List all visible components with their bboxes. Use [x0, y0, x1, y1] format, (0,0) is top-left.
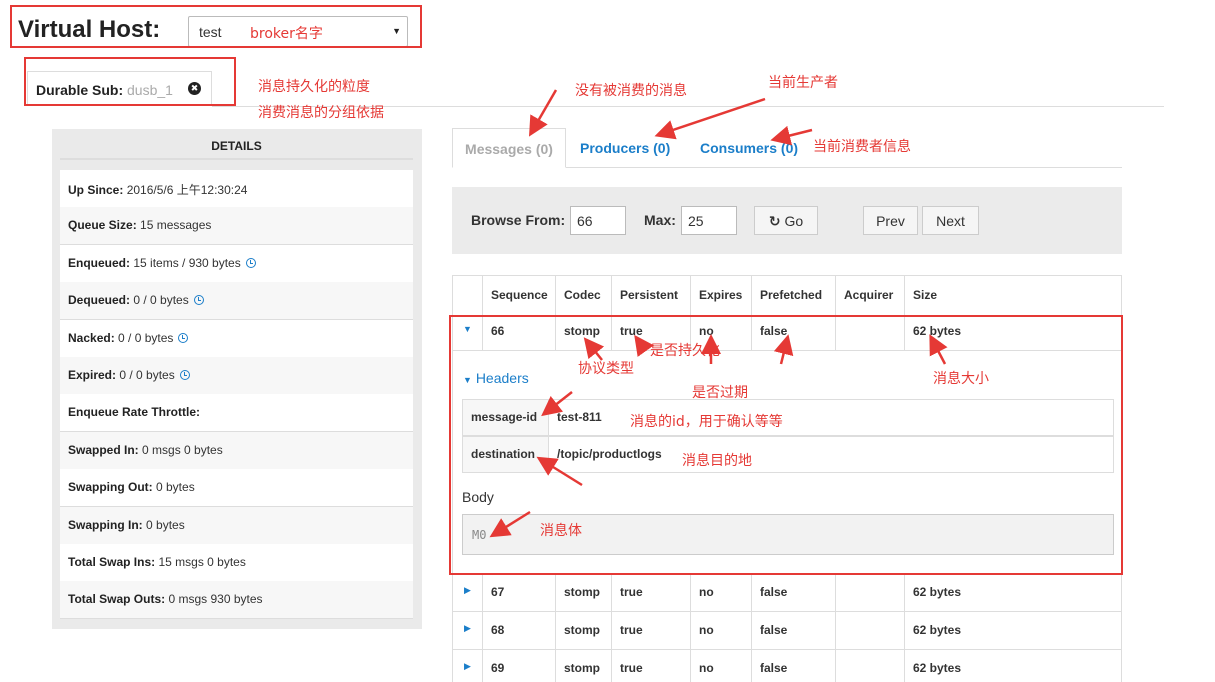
- arrow-persistent: [634, 334, 654, 357]
- arrow-producer: [654, 97, 766, 140]
- arrow-size: [929, 334, 948, 365]
- arrow-destination: [536, 456, 583, 487]
- arrow-unconsumed: [528, 89, 558, 137]
- annotation-arrows: [489, 89, 948, 538]
- arrow-protocol: [583, 337, 605, 361]
- arrow-body: [489, 510, 531, 538]
- arrow-message-id: [541, 391, 573, 417]
- arrow-prefetched: [773, 334, 794, 365]
- arrow-consumer: [770, 125, 813, 146]
